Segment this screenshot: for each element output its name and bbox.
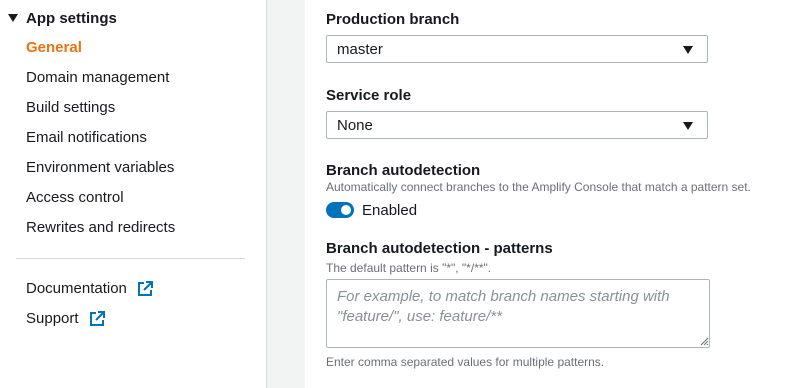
branch-autodetection-label: Branch autodetection	[326, 162, 481, 179]
production-branch-label: Production branch	[326, 11, 460, 28]
external-link-icon	[137, 281, 153, 297]
settings-nav: General Domain management Build settings…	[26, 38, 175, 248]
app-settings-title: App settings	[26, 9, 117, 27]
toggle-knob	[341, 205, 351, 215]
external-link-icon	[89, 311, 105, 327]
general-settings-form: Production branch master Service role No…	[305, 0, 795, 388]
service-role-label: Service role	[326, 87, 412, 104]
sidebar: App settings General Domain management B…	[0, 0, 266, 388]
production-branch-select[interactable]: master	[326, 35, 708, 63]
patterns-description: The default pattern is "*", "*/**".	[326, 261, 492, 275]
sidebar-divider	[16, 258, 245, 259]
patterns-textarea[interactable]	[326, 279, 710, 348]
autodetection-toggle-row: Enabled	[326, 200, 417, 220]
sidebar-item-rewrites-redirects[interactable]: Rewrites and redirects	[26, 218, 175, 248]
patterns-label: Branch autodetection - patterns	[326, 240, 553, 257]
support-link[interactable]: Support	[26, 304, 153, 334]
resize-grip-icon[interactable]	[699, 336, 709, 346]
patterns-hint: Enter comma separated values for multipl…	[326, 355, 605, 369]
documentation-label: Documentation	[26, 280, 127, 297]
documentation-link[interactable]: Documentation	[26, 274, 153, 304]
branch-autodetection-description: Automatically connect branches to the Am…	[326, 180, 751, 194]
chevron-down-icon	[683, 122, 693, 130]
external-links: Documentation Support	[26, 274, 153, 334]
sidebar-item-general[interactable]: General	[26, 38, 175, 68]
sidebar-item-build-settings[interactable]: Build settings	[26, 98, 175, 128]
sidebar-item-email-notifications[interactable]: Email notifications	[26, 128, 175, 158]
sidebar-item-access-control[interactable]: Access control	[26, 188, 175, 218]
autodetection-toggle[interactable]	[326, 202, 354, 218]
chevron-down-icon	[683, 46, 693, 54]
service-role-value: None	[337, 116, 373, 134]
service-role-select[interactable]: None	[326, 111, 708, 139]
layout-gutter	[267, 0, 305, 388]
sidebar-item-domain-management[interactable]: Domain management	[26, 68, 175, 98]
sidebar-item-environment-variables[interactable]: Environment variables	[26, 158, 175, 188]
toggle-label: Enabled	[362, 201, 418, 219]
production-branch-value: master	[337, 40, 383, 58]
support-label: Support	[26, 310, 79, 327]
app-settings-header[interactable]: App settings	[8, 8, 117, 28]
caret-down-icon	[8, 14, 18, 22]
